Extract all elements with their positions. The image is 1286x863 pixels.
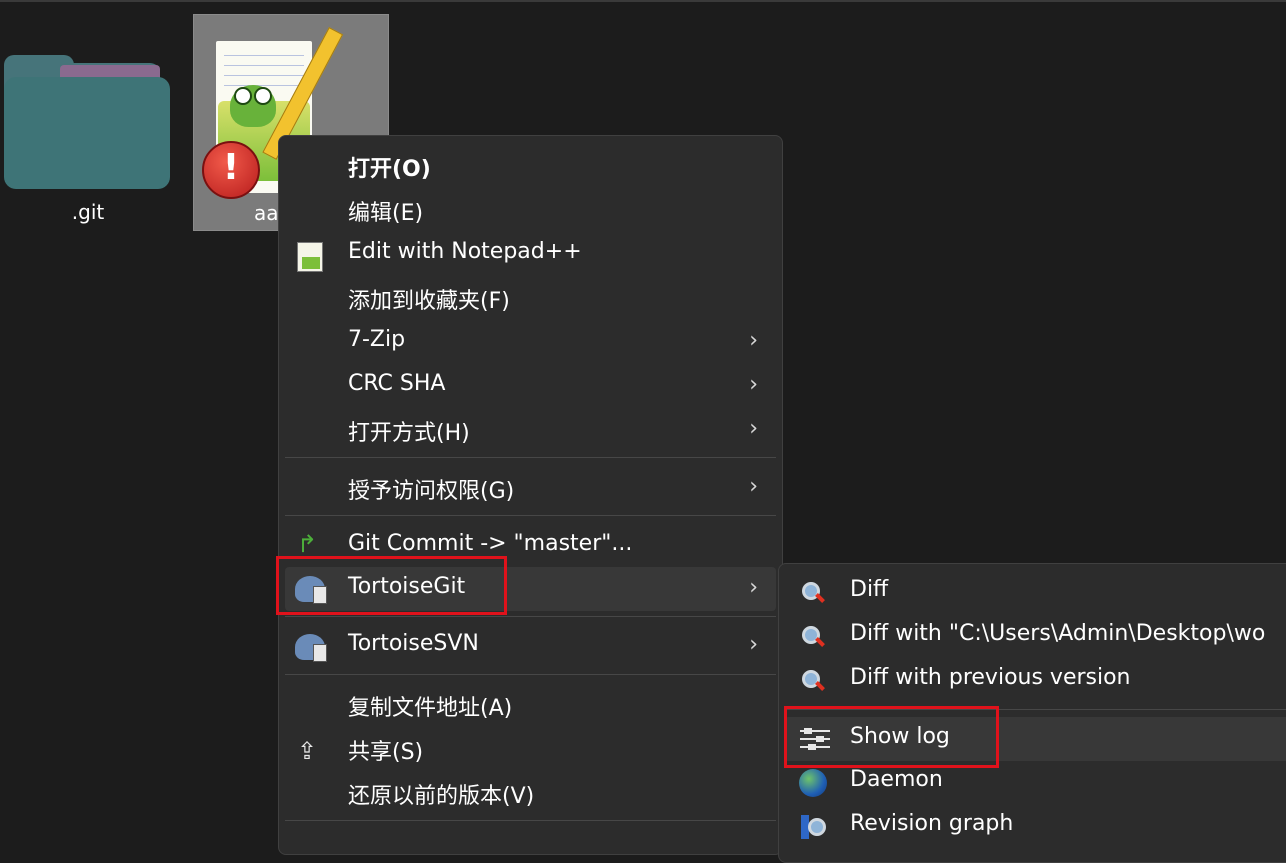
- annotation-box-show-log: [784, 706, 999, 768]
- menu-item-copy-path[interactable]: 复制文件地址(A): [285, 684, 776, 726]
- git-folder-icon[interactable]: [0, 55, 175, 195]
- git-folder-label: .git: [71, 200, 105, 224]
- chevron-right-icon: ›: [749, 474, 758, 499]
- menu-separator: [285, 515, 776, 516]
- menu-item-add-favorites[interactable]: 添加到收藏夹(F): [285, 277, 776, 319]
- menu-separator: [285, 616, 776, 617]
- menu-item-crc-sha[interactable]: CRC SHA ›: [285, 365, 776, 407]
- submenu-item-label: Diff with "C:\Users\Admin\Desktop\wo: [850, 621, 1266, 646]
- rev-mag: [808, 818, 826, 836]
- menu-item-label: 7-Zip: [348, 327, 406, 352]
- submenu-item-label: Revision graph: [850, 811, 1014, 836]
- diff-icon: [798, 622, 828, 652]
- menu-item-label: Edit with Notepad++: [348, 239, 582, 264]
- globe-shape: [799, 769, 827, 797]
- menu-item-label: 编辑(E): [348, 201, 424, 226]
- git-conflict-badge-icon: !: [202, 141, 260, 199]
- turtle-doc: [313, 644, 327, 662]
- menu-item-label: TortoiseSVN: [348, 631, 479, 656]
- top-border: [0, 0, 1286, 2]
- sheet-line: [224, 85, 304, 86]
- np-mini-sheet: [297, 242, 323, 272]
- share-glyph: ⇪: [297, 737, 318, 765]
- tortoisesvn-icon: [295, 632, 327, 662]
- menu-item-label: 授予访问权限(G): [348, 479, 515, 504]
- error-glyph: !: [222, 147, 240, 188]
- mag-handle: [815, 593, 825, 603]
- lizard-eye: [254, 87, 272, 105]
- submenu-item-revision-graph[interactable]: Revision graph: [784, 805, 1286, 847]
- menu-item-label: CRC SHA: [348, 371, 446, 396]
- submenu-item-diff-with[interactable]: Diff with "C:\Users\Admin\Desktop\wo: [784, 615, 1286, 657]
- share-icon: ⇪: [295, 735, 325, 765]
- mag-handle: [815, 681, 825, 691]
- menu-item-7zip[interactable]: 7-Zip ›: [285, 321, 776, 363]
- menu-item-edit-notepadpp[interactable]: Edit with Notepad++: [285, 233, 776, 275]
- menu-item-label: 打开(O): [348, 157, 431, 182]
- sheet-line: [224, 75, 304, 76]
- green-arrow-glyph: ↱: [297, 530, 318, 558]
- submenu-item-diff[interactable]: Diff: [784, 571, 1286, 613]
- menu-item-open[interactable]: 打开(O): [285, 145, 776, 187]
- chevron-right-icon: ›: [749, 416, 758, 441]
- submenu-item-label: Diff: [850, 577, 889, 602]
- menu-separator: [285, 674, 776, 675]
- context-menu: 打开(O) 编辑(E) Edit with Notepad++ 添加到收藏夹(F…: [278, 135, 783, 855]
- mag-handle: [815, 637, 825, 647]
- globe-icon: [798, 768, 828, 798]
- menu-item-share[interactable]: ⇪ 共享(S): [285, 728, 776, 770]
- diff-icon: [798, 666, 828, 696]
- menu-item-restore-versions[interactable]: 还原以前的版本(V): [285, 772, 776, 814]
- folder-front: [4, 77, 170, 189]
- menu-item-edit[interactable]: 编辑(E): [285, 189, 776, 231]
- submenu-item-label: Diff with previous version: [850, 665, 1131, 690]
- np-mini-green: [302, 257, 320, 269]
- lizard-eye: [234, 87, 252, 105]
- menu-item-label: 添加到收藏夹(F): [348, 289, 510, 314]
- chevron-right-icon: ›: [749, 328, 758, 353]
- sheet-line: [224, 55, 304, 56]
- notepadpp-icon: [295, 240, 325, 272]
- menu-item-tortoisesvn[interactable]: TortoiseSVN ›: [285, 625, 776, 667]
- menu-item-grant-access[interactable]: 授予访问权限(G) ›: [285, 467, 776, 509]
- menu-separator: [285, 457, 776, 458]
- menu-separator: [285, 820, 776, 821]
- menu-item-open-with[interactable]: 打开方式(H) ›: [285, 409, 776, 451]
- chevron-right-icon: ›: [749, 372, 758, 397]
- annotation-box-tortoisegit: [276, 556, 507, 615]
- diff-icon: [798, 578, 828, 608]
- submenu-item-diff-previous[interactable]: Diff with previous version: [784, 659, 1286, 701]
- sheet-line: [224, 65, 304, 66]
- menu-item-label: 打开方式(H): [348, 421, 470, 446]
- menu-item-label: 还原以前的版本(V): [348, 784, 535, 809]
- menu-item-label: 共享(S): [348, 740, 424, 765]
- chevron-right-icon: ›: [749, 575, 758, 600]
- chameleon-icon: [230, 85, 276, 127]
- chevron-right-icon: ›: [749, 632, 758, 657]
- menu-item-label: 复制文件地址(A): [348, 696, 513, 721]
- submenu-item-label: Daemon: [850, 767, 943, 792]
- revision-graph-icon: [798, 812, 828, 842]
- menu-item-label: Git Commit -> "master"...: [348, 531, 633, 556]
